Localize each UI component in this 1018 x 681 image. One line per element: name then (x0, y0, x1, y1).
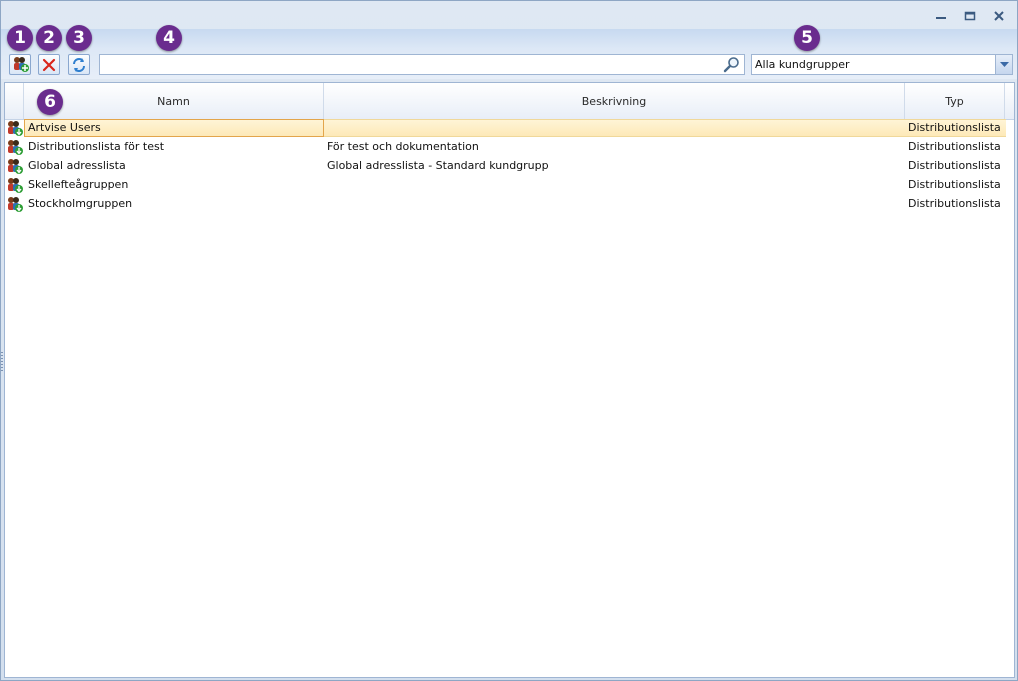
row-type: Distributionslista (908, 197, 1001, 210)
callout-badge: 3 (66, 25, 92, 51)
group-filter-select[interactable]: Alla kundgrupper (751, 54, 1013, 75)
callout-badge: 6 (37, 89, 63, 115)
chevron-down-icon[interactable] (995, 55, 1012, 74)
group-icon (8, 178, 23, 193)
search-field[interactable] (99, 54, 745, 75)
row-name: Global adresslista (28, 159, 126, 172)
customer-group-grid: Namn Beskrivning Typ Artvise Users Distr… (4, 82, 1015, 678)
table-row[interactable]: Skellefteågruppen Distributionslista (5, 176, 1014, 195)
splitter-grip[interactable] (1, 352, 3, 372)
callout-badge: 4 (156, 25, 182, 51)
column-header-name[interactable]: Namn (24, 83, 324, 119)
delete-x-icon (42, 58, 56, 71)
group-add-icon (13, 57, 29, 72)
column-header-description[interactable]: Beskrivning (324, 83, 905, 119)
search-icon[interactable] (723, 56, 741, 73)
row-name: Skellefteågruppen (28, 178, 129, 191)
title-bar (1, 1, 1017, 29)
restore-icon[interactable] (962, 9, 978, 23)
row-name: Stockholmgruppen (28, 197, 133, 210)
table-row[interactable]: Global adresslista Global adresslista - … (5, 157, 1014, 176)
callout-badge: 5 (794, 25, 820, 51)
table-row[interactable]: Distributionslista för test För test och… (5, 138, 1014, 157)
row-name: Artvise Users (28, 121, 101, 134)
row-type: Distributionslista (908, 121, 1001, 134)
row-name: Distributionslista för test (28, 140, 165, 153)
grid-header: Namn Beskrivning Typ (5, 83, 1014, 120)
close-icon[interactable] (991, 9, 1007, 23)
column-header-type[interactable]: Typ (905, 83, 1005, 119)
row-type: Distributionslista (908, 178, 1001, 191)
row-type: Distributionslista (908, 140, 1001, 153)
refresh-icon (73, 57, 85, 72)
table-row[interactable]: Stockholmgruppen Distributionslista (5, 195, 1014, 214)
group-icon (8, 159, 23, 174)
group-icon (8, 140, 23, 155)
table-row[interactable]: Artvise Users Distributionslista (5, 119, 1014, 138)
group-filter-value: Alla kundgrupper (755, 58, 850, 71)
group-icon (8, 197, 23, 212)
delete-button[interactable] (38, 54, 60, 75)
header-icon-column (5, 83, 24, 119)
row-description: För test och dokumentation (327, 140, 479, 153)
row-description: Global adresslista - Standard kundgrupp (327, 159, 549, 172)
row-type: Distributionslista (908, 159, 1001, 172)
minimize-icon[interactable] (933, 9, 949, 23)
callout-badge: 1 (7, 25, 33, 51)
new-group-button[interactable] (9, 54, 31, 75)
group-icon (8, 121, 23, 136)
callout-badge: 2 (36, 25, 62, 51)
search-input[interactable] (102, 56, 712, 72)
refresh-button[interactable] (68, 54, 90, 75)
